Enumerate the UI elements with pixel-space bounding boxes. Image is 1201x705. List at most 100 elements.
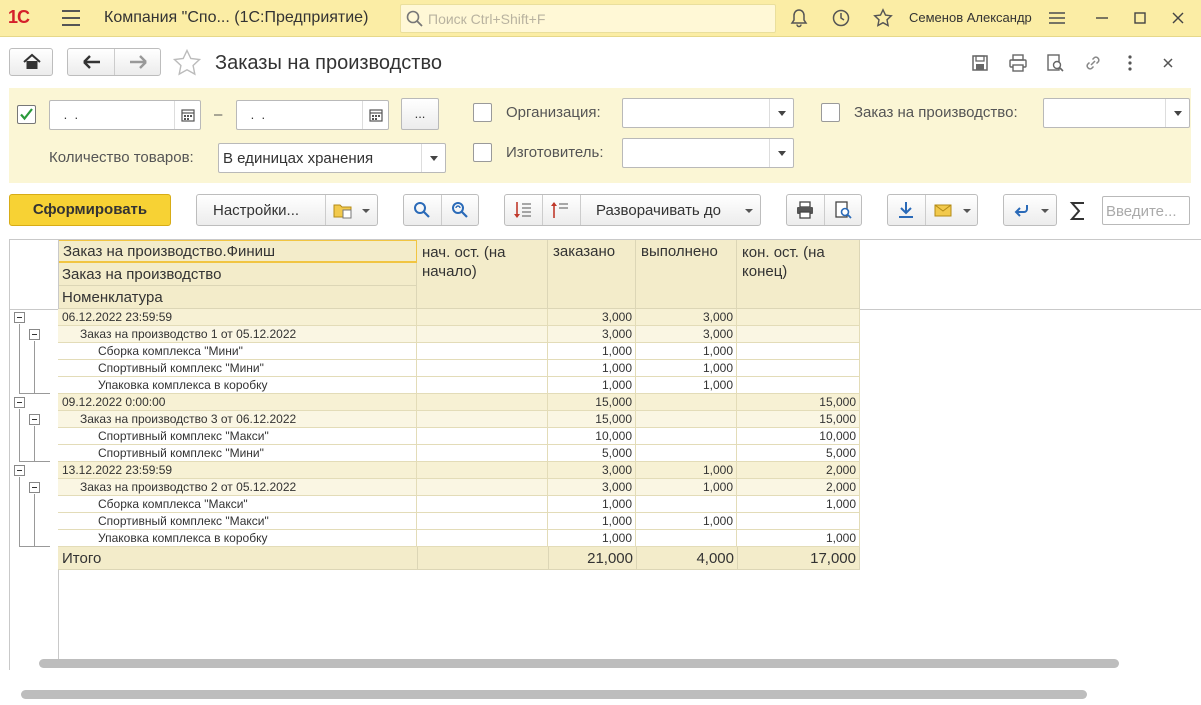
header-closing-balance[interactable]: кон. ост. (на конец) — [737, 240, 860, 309]
row-opening — [417, 394, 548, 411]
bell-icon[interactable] — [789, 8, 809, 28]
link-icon[interactable] — [1083, 53, 1103, 73]
report-spreadsheet[interactable]: Заказ на производство.Финиш Заказ на про… — [9, 239, 1201, 670]
close-window-icon[interactable] — [1166, 6, 1190, 30]
back-arrow-icon[interactable] — [80, 52, 104, 72]
date-from-field[interactable]: . . — [49, 100, 201, 130]
chevron-down-icon[interactable] — [421, 144, 445, 172]
table-row[interactable]: 09.12.2022 0:00:00 15,000 15,000 — [58, 394, 860, 411]
maker-select[interactable] — [622, 138, 794, 168]
page-horizontal-scrollbar[interactable] — [21, 690, 1087, 699]
organization-select[interactable] — [622, 98, 794, 128]
settings-button[interactable]: Настройки... — [213, 202, 299, 219]
header-group-finish[interactable]: Заказ на производство.Финиш — [58, 240, 417, 263]
chevron-down-icon[interactable] — [769, 139, 793, 167]
find-next-icon[interactable] — [450, 200, 470, 220]
table-row[interactable]: Заказ на производство 3 от 06.12.2022 15,… — [58, 411, 860, 428]
table-row[interactable]: Сборка комплекса "Мини" 1,000 1,000 — [58, 343, 860, 360]
table-row[interactable]: Спортивный комплекс "Мини" 5,000 5,000 — [58, 445, 860, 462]
navigate-group — [1003, 194, 1057, 226]
period-checkbox[interactable] — [17, 105, 36, 124]
app-topbar: 1С Компания "Спо... (1С:Предприятие) Пои… — [0, 0, 1201, 37]
organization-checkbox[interactable] — [473, 103, 492, 122]
chevron-down-icon[interactable] — [361, 206, 371, 216]
generate-report-button[interactable]: Сформировать — [9, 194, 171, 226]
row-completed — [636, 428, 737, 445]
print-icon[interactable] — [795, 200, 815, 220]
chevron-down-icon[interactable] — [1165, 99, 1189, 127]
forward-arrow-icon[interactable] — [126, 52, 150, 72]
collapse-order-1-icon[interactable] — [29, 329, 40, 340]
print-icon[interactable] — [1008, 53, 1028, 73]
date-from-calendar-button[interactable] — [174, 101, 200, 129]
chevron-down-icon[interactable] — [962, 206, 972, 216]
email-icon[interactable] — [933, 200, 953, 220]
row-completed: 1,000 — [636, 513, 737, 530]
favorite-star-icon[interactable] — [172, 48, 202, 78]
chevron-down-icon[interactable] — [744, 206, 754, 216]
table-row[interactable]: 06.12.2022 23:59:59 3,000 3,000 — [58, 309, 860, 326]
more-icon[interactable] — [1120, 53, 1140, 73]
header-opening-balance[interactable]: нач. ост. (на начало) — [417, 240, 548, 309]
table-row[interactable]: Спортивный комплекс "Макси" 10,000 10,000 — [58, 428, 860, 445]
print-preview-icon[interactable] — [833, 200, 853, 220]
maker-checkbox[interactable] — [473, 143, 492, 162]
collapse-group-3-icon[interactable] — [14, 465, 25, 476]
favorites-star-icon[interactable] — [873, 8, 893, 28]
maximize-icon[interactable] — [1128, 6, 1152, 30]
collapse-all-icon[interactable] — [550, 200, 570, 220]
save-icon[interactable] — [970, 53, 990, 73]
row-ordered: 3,000 — [548, 326, 636, 343]
row-opening — [417, 343, 548, 360]
search-box[interactable]: Поиск Ctrl+Shift+F — [400, 4, 776, 33]
find-icon[interactable] — [412, 200, 432, 220]
header-completed[interactable]: выполнено — [636, 240, 737, 309]
preview-icon[interactable] — [1045, 53, 1065, 73]
expand-all-icon[interactable] — [513, 200, 533, 220]
table-row[interactable]: Сборка комплекса "Макси" 1,000 1,000 — [58, 496, 860, 513]
header-ordered[interactable]: заказано — [548, 240, 636, 309]
date-to-calendar-button[interactable] — [362, 101, 388, 129]
order-checkbox[interactable] — [821, 103, 840, 122]
table-row[interactable]: Спортивный комплекс "Макси" 1,000 1,000 — [58, 513, 860, 530]
user-name[interactable]: Семенов Александр — [909, 10, 1032, 25]
settings-menu-icon[interactable] — [1047, 8, 1067, 28]
undo-arrow-icon[interactable] — [1012, 200, 1032, 220]
collapse-order-2-icon[interactable] — [29, 482, 40, 493]
table-row[interactable]: Спортивный комплекс "Мини" 1,000 1,000 — [58, 360, 860, 377]
download-icon[interactable] — [896, 200, 916, 220]
home-button[interactable] — [9, 48, 53, 76]
variant-folder-icon[interactable] — [332, 199, 354, 221]
collapse-order-3-icon[interactable] — [29, 414, 40, 425]
sum-icon[interactable] — [1068, 200, 1088, 222]
row-ordered: 1,000 — [548, 377, 636, 394]
table-row[interactable]: 13.12.2022 23:59:59 3,000 1,000 2,000 — [58, 462, 860, 479]
collapse-group-2-icon[interactable] — [14, 397, 25, 408]
row-name: Сборка комплекса "Макси" — [58, 496, 417, 513]
header-group-nomenclature[interactable]: Номенклатура — [58, 286, 417, 309]
row-ordered: 1,000 — [548, 360, 636, 377]
close-form-icon[interactable] — [1158, 53, 1178, 73]
period-select-button[interactable]: ... — [401, 98, 439, 130]
quantity-units-select[interactable]: В единицах хранения — [218, 143, 446, 173]
row-ordered: 1,000 — [548, 530, 636, 547]
chevron-down-icon[interactable] — [1040, 206, 1050, 216]
menu-icon[interactable] — [62, 10, 80, 26]
history-icon[interactable] — [831, 8, 851, 28]
row-name: 09.12.2022 0:00:00 — [58, 394, 417, 411]
header-group-order[interactable]: Заказ на производство — [58, 263, 417, 286]
chevron-down-icon[interactable] — [769, 99, 793, 127]
order-select[interactable] — [1043, 98, 1190, 128]
minimize-icon[interactable] — [1090, 6, 1114, 30]
total-completed: 4,000 — [696, 550, 734, 567]
expand-to-button[interactable]: Разворачивать до — [596, 202, 721, 219]
table-row[interactable]: Заказ на производство 1 от 05.12.2022 3,0… — [58, 326, 860, 343]
total-row: Итого 21,000 4,000 17,000 — [58, 547, 860, 570]
date-to-field[interactable]: . . — [236, 100, 389, 130]
collapse-group-1-icon[interactable] — [14, 312, 25, 323]
table-row[interactable]: Заказ на производство 2 от 05.12.2022 3,0… — [58, 479, 860, 496]
table-row[interactable]: Упаковка комплекса в коробку 1,000 1,000 — [58, 530, 860, 547]
sum-input[interactable]: Введите... — [1102, 196, 1190, 225]
table-row[interactable]: Упаковка комплекса в коробку 1,000 1,000 — [58, 377, 860, 394]
report-horizontal-scrollbar[interactable] — [39, 659, 1119, 668]
